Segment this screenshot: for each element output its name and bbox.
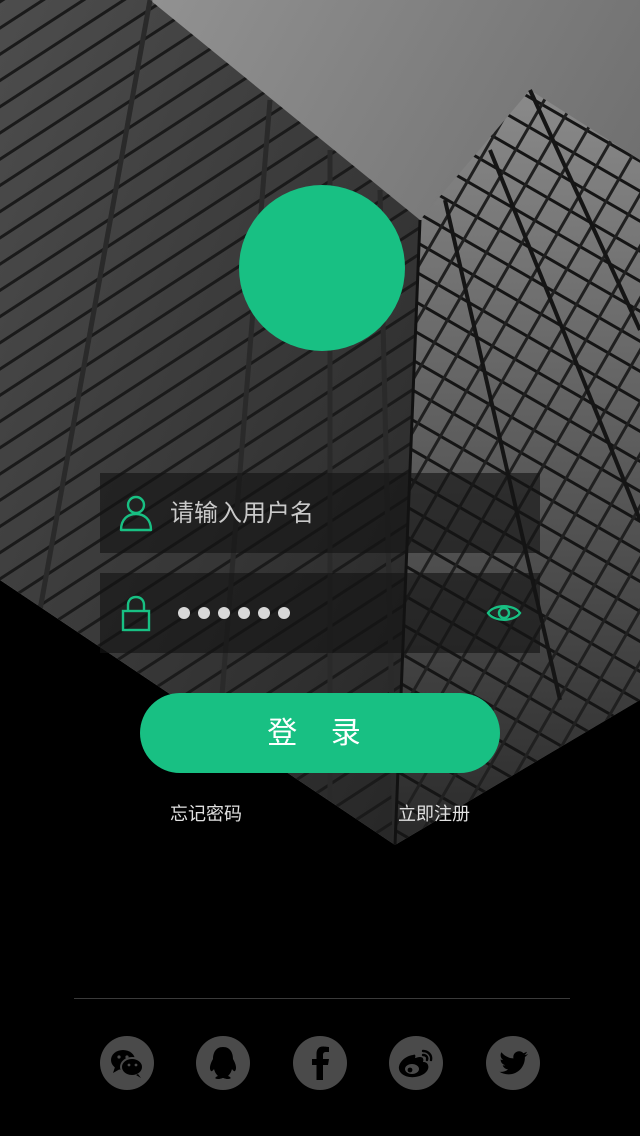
wechat-icon xyxy=(111,1050,144,1078)
building-background-image xyxy=(0,0,640,845)
username-field[interactable] xyxy=(100,473,540,553)
login-screen: 登 录 忘记密码 立即注册 xyxy=(0,0,640,1136)
forgot-password-link[interactable]: 忘记密码 xyxy=(170,800,242,826)
facebook-login-button[interactable] xyxy=(293,1036,347,1090)
login-button[interactable]: 登 录 xyxy=(140,693,500,773)
username-input[interactable] xyxy=(170,473,470,553)
twitter-login-button[interactable] xyxy=(486,1036,540,1090)
weibo-icon xyxy=(398,1049,433,1078)
avatar[interactable] xyxy=(239,185,405,351)
facebook-icon xyxy=(312,1046,329,1080)
password-mask-dot xyxy=(218,607,230,619)
divider xyxy=(74,998,570,999)
qq-icon xyxy=(209,1047,237,1079)
register-link[interactable]: 立即注册 xyxy=(398,800,470,826)
weibo-login-button[interactable] xyxy=(389,1036,443,1090)
eye-icon[interactable] xyxy=(486,599,522,627)
wechat-login-button[interactable] xyxy=(100,1036,154,1090)
password-mask-dot xyxy=(278,607,290,619)
qq-login-button[interactable] xyxy=(196,1036,250,1090)
password-mask-dot xyxy=(178,607,190,619)
password-mask-dot xyxy=(238,607,250,619)
user-icon xyxy=(119,495,153,532)
lock-icon xyxy=(121,595,151,632)
password-mask-dot xyxy=(258,607,270,619)
password-mask-dot xyxy=(198,607,210,619)
password-input[interactable] xyxy=(178,607,290,619)
twitter-icon xyxy=(499,1051,528,1075)
password-field[interactable] xyxy=(100,573,540,653)
